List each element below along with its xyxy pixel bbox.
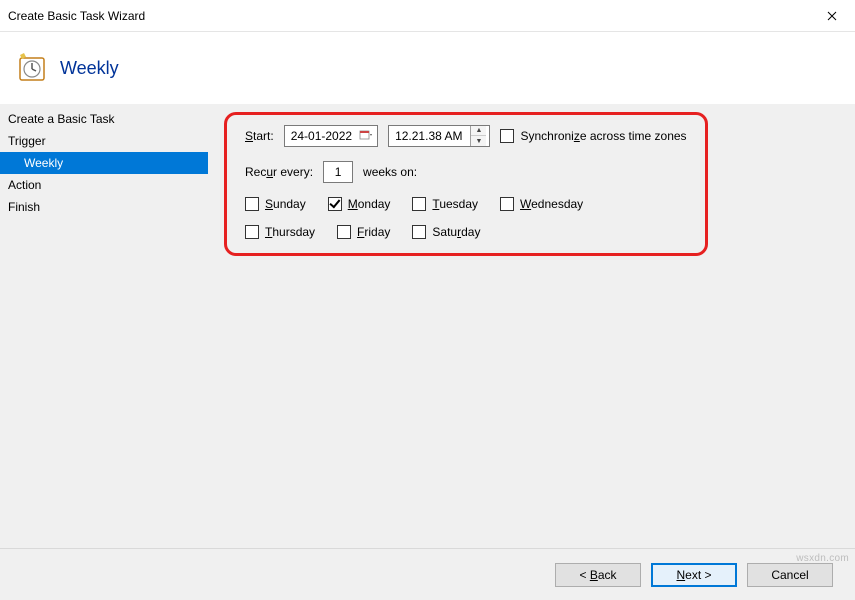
close-icon bbox=[827, 11, 837, 21]
day-tuesday-checkbox[interactable]: Tuesday bbox=[412, 197, 478, 211]
next-button[interactable]: Next > bbox=[651, 563, 737, 587]
sidebar-item-trigger[interactable]: Trigger bbox=[0, 130, 208, 152]
content-pane: Start: 24-01-2022 12.21.38 AM ▲ ▼ bbox=[208, 104, 855, 548]
calendar-dropdown-icon[interactable] bbox=[358, 128, 374, 144]
time-spinner[interactable]: ▲ ▼ bbox=[470, 126, 486, 146]
start-date-value: 24-01-2022 bbox=[291, 129, 352, 143]
spin-down-icon[interactable]: ▼ bbox=[471, 136, 486, 146]
titlebar: Create Basic Task Wizard bbox=[0, 0, 855, 32]
start-date-picker[interactable]: 24-01-2022 bbox=[284, 125, 378, 147]
checkbox-box bbox=[328, 197, 342, 211]
day-saturday-checkbox[interactable]: Saturday bbox=[412, 225, 480, 239]
sidebar-item-action[interactable]: Action bbox=[0, 174, 208, 196]
checkbox-box bbox=[245, 197, 259, 211]
footer: < Back Next > Cancel bbox=[0, 548, 855, 600]
back-button[interactable]: < Back bbox=[555, 563, 641, 587]
close-button[interactable] bbox=[809, 0, 855, 32]
sidebar-item-create-basic-task[interactable]: Create a Basic Task bbox=[0, 108, 208, 130]
start-time-value: 12.21.38 AM bbox=[395, 129, 462, 143]
start-label: Start: bbox=[245, 129, 274, 143]
page-title: Weekly bbox=[60, 58, 119, 79]
checkbox-box bbox=[500, 197, 514, 211]
day-wednesday-checkbox[interactable]: Wednesday bbox=[500, 197, 583, 211]
body-area: Create a Basic Task Trigger Weekly Actio… bbox=[0, 104, 855, 548]
wizard-clock-icon bbox=[16, 52, 48, 84]
checkbox-box bbox=[412, 197, 426, 211]
sidebar: Create a Basic Task Trigger Weekly Actio… bbox=[0, 104, 208, 548]
checkbox-box bbox=[337, 225, 351, 239]
spin-up-icon[interactable]: ▲ bbox=[471, 126, 486, 136]
day-sunday-checkbox[interactable]: Sunday bbox=[245, 197, 306, 211]
sidebar-item-weekly[interactable]: Weekly bbox=[0, 152, 208, 174]
recur-label: Recur every: bbox=[245, 165, 313, 179]
header-band: Weekly bbox=[0, 32, 855, 104]
start-time-picker[interactable]: 12.21.38 AM ▲ ▼ bbox=[388, 125, 490, 147]
checkbox-box bbox=[245, 225, 259, 239]
start-row: Start: 24-01-2022 12.21.38 AM ▲ ▼ bbox=[245, 125, 687, 147]
highlight-box: Start: 24-01-2022 12.21.38 AM ▲ ▼ bbox=[224, 112, 708, 256]
recur-suffix-label: weeks on: bbox=[363, 165, 417, 179]
day-monday-checkbox[interactable]: Monday bbox=[328, 197, 391, 211]
day-friday-checkbox[interactable]: Friday bbox=[337, 225, 390, 239]
sync-timezones-checkbox[interactable]: Synchronize across time zones bbox=[500, 129, 686, 143]
days-grid: Sunday Monday Tuesday Wednesday Thursday bbox=[245, 197, 665, 239]
cancel-button[interactable]: Cancel bbox=[747, 563, 833, 587]
recur-weeks-input[interactable]: 1 bbox=[323, 161, 353, 183]
sidebar-item-finish[interactable]: Finish bbox=[0, 196, 208, 218]
recur-row: Recur every: 1 weeks on: bbox=[245, 161, 687, 183]
watermark: wsxdn.com bbox=[796, 553, 849, 564]
checkbox-box bbox=[412, 225, 426, 239]
sync-label: Synchronize across time zones bbox=[520, 129, 686, 143]
checkbox-box bbox=[500, 129, 514, 143]
day-thursday-checkbox[interactable]: Thursday bbox=[245, 225, 315, 239]
window-title: Create Basic Task Wizard bbox=[8, 9, 145, 23]
